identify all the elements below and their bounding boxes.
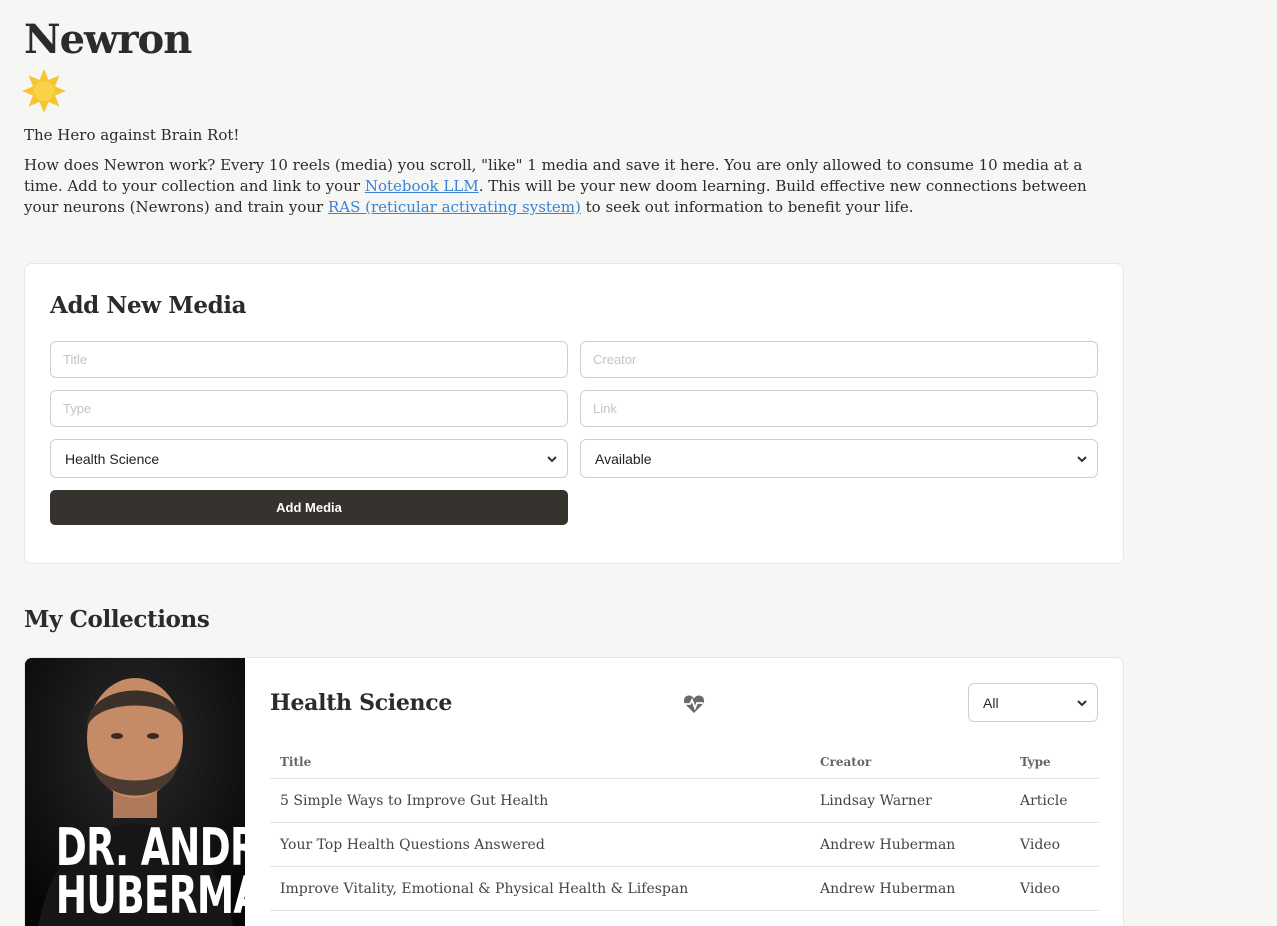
cover-line-1: DR. ANDREW [55,818,245,878]
filter-select-value: All [983,694,999,711]
add-media-heading: Add New Media [50,292,247,319]
category-select-value: Health Science [65,450,160,467]
cover-caption: DR. ANDREW HUBERMAN [55,818,245,926]
chevron-down-icon [547,456,557,463]
notebook-llm-link[interactable]: Notebook LLM [365,177,479,195]
collection-cover-image: DR. ANDREW HUBERMAN [25,658,245,926]
star-icon [22,69,66,113]
creator-input[interactable] [580,341,1098,378]
intro-text-3: to seek out information to benefit your … [580,198,914,216]
row-type: Video [1020,836,1061,853]
cover-line-2: HUBERMAN [55,866,245,926]
chevron-down-icon [1077,456,1087,463]
column-header-creator: Creator [820,755,872,769]
intro-paragraph: How does Newron work? Every 10 reels (me… [24,155,1124,218]
type-input[interactable] [50,390,568,427]
heartbeat-icon [683,695,705,713]
status-select[interactable]: Available [580,439,1098,478]
column-header-title: Title [280,755,312,769]
table-row[interactable]: 5 Simple Ways to Improve Gut Health Lind… [270,779,1099,823]
add-media-card: Add New Media Health Science Available A… [24,263,1124,564]
ras-link[interactable]: RAS (reticular activating system) [328,198,581,216]
row-creator: Andrew Huberman [820,836,956,853]
collections-heading: My Collections [24,606,210,633]
collection-table: Title Creator Type 5 Simple Ways to Impr… [270,746,1099,911]
column-header-type: Type [1020,755,1051,769]
title-input[interactable] [50,341,568,378]
table-row[interactable]: Your Top Health Questions Answered Andre… [270,823,1099,867]
tagline: The Hero against Brain Rot! [24,126,240,144]
add-media-button[interactable]: Add Media [50,490,568,525]
chevron-down-icon [1077,700,1087,707]
row-title: Improve Vitality, Emotional & Physical H… [280,880,689,897]
collection-card-health-science: DR. ANDREW HUBERMAN Health Science All T… [24,657,1124,926]
row-creator: Lindsay Warner [820,792,932,809]
row-type: Article [1020,792,1068,809]
row-creator: Andrew Huberman [820,880,956,897]
table-row[interactable]: Improve Vitality, Emotional & Physical H… [270,867,1099,911]
collection-title: Health Science [270,690,453,716]
app-title: Newron [24,16,192,63]
row-type: Video [1020,880,1061,897]
status-select-value: Available [595,450,652,467]
link-input[interactable] [580,390,1098,427]
row-title: Your Top Health Questions Answered [280,836,545,853]
row-title: 5 Simple Ways to Improve Gut Health [280,792,549,809]
page: Newron The Hero against Brain Rot! How d… [22,0,1124,926]
table-header: Title Creator Type [270,746,1099,779]
category-select[interactable]: Health Science [50,439,568,478]
collection-filter-select[interactable]: All [968,683,1098,722]
